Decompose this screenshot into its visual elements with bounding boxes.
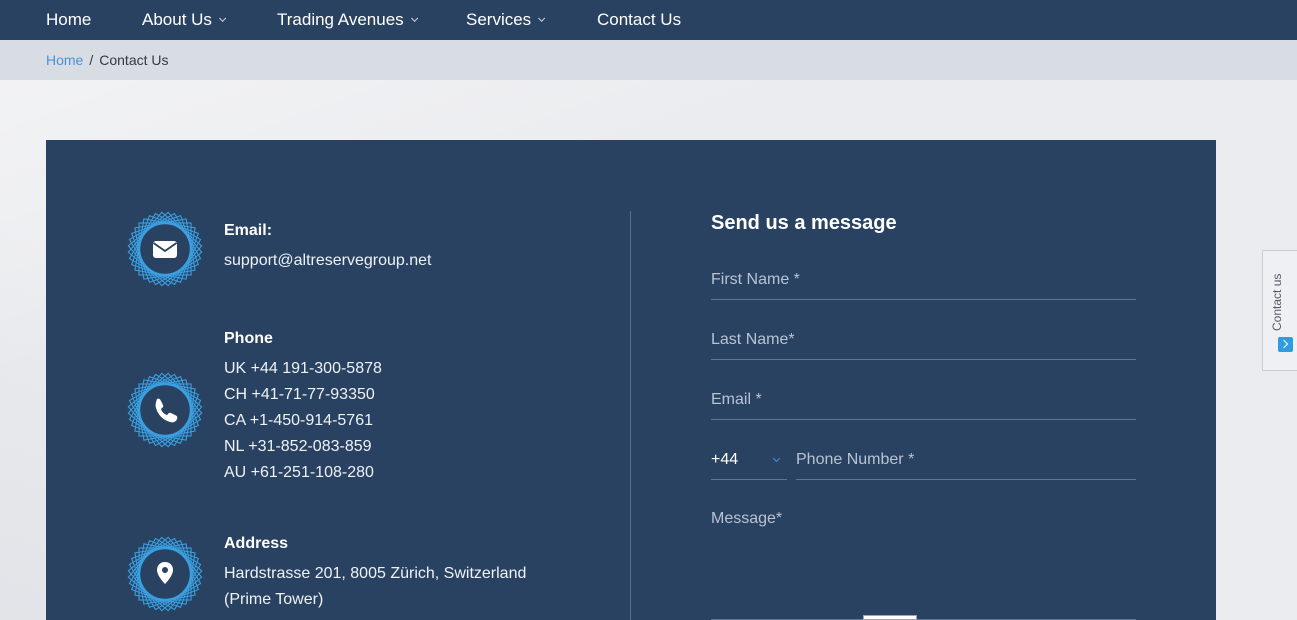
- column-divider: [630, 211, 631, 620]
- recaptcha-widget[interactable]: [863, 615, 917, 620]
- nav-item-home[interactable]: Home: [46, 0, 91, 40]
- first-name-field: [711, 260, 1136, 300]
- phone-line[interactable]: CH +41-71-77-93350: [224, 382, 382, 408]
- email-value[interactable]: support@altreservegroup.net: [224, 248, 431, 274]
- nav-item-trading-avenues[interactable]: Trading Avenues: [277, 0, 418, 40]
- address-lines: Hardstrasse 201, 8005 Zürich, Switzerlan…: [224, 561, 526, 613]
- phone-icon: [127, 372, 203, 448]
- breadcrumb: Home / Contact Us: [0, 40, 1297, 80]
- nav-item-label: Trading Avenues: [277, 10, 404, 29]
- nav-item-label: Services: [466, 10, 532, 29]
- nav-item-label: Home: [46, 10, 92, 29]
- top-navigation: Home About Us Trading Avenues Services C…: [0, 0, 1297, 40]
- chevron-down-icon: [219, 14, 227, 22]
- email-badge: [126, 210, 204, 288]
- form-title: Send us a message: [711, 212, 897, 234]
- breadcrumb-home-link[interactable]: Home: [46, 52, 83, 68]
- nav-item-label: Contact Us: [597, 10, 682, 29]
- address-title: Address: [224, 535, 289, 552]
- message-textarea[interactable]: [711, 510, 1136, 619]
- nav-item-label: About Us: [142, 10, 212, 29]
- email-title: Email:: [224, 222, 273, 239]
- phone-line[interactable]: CA +1-450-914-5761: [224, 408, 382, 434]
- last-name-input[interactable]: [711, 320, 1136, 359]
- contact-panel: Email: support@altreservegroup.net Phone…: [46, 140, 1216, 620]
- phone-line[interactable]: UK +44 191-300-5878: [224, 356, 382, 382]
- email-text: Email: support@altreservegroup.net: [224, 222, 431, 274]
- chevron-down-icon: [538, 14, 546, 22]
- breadcrumb-separator: /: [89, 52, 94, 68]
- chevron-down-icon: [772, 454, 781, 463]
- chevron-right-icon: [1278, 337, 1293, 352]
- side-tab-label: Contact us: [1270, 273, 1284, 331]
- phone-number-field: [796, 440, 1136, 480]
- country-code-select[interactable]: +44: [711, 440, 787, 480]
- phone-badge: [126, 371, 204, 449]
- phone-line[interactable]: AU +61-251-108-280: [224, 460, 382, 486]
- address-line: Hardstrasse 201, 8005 Zürich, Switzerlan…: [224, 565, 527, 582]
- nav-item-services[interactable]: Services: [466, 0, 546, 40]
- phone-title: Phone: [224, 330, 273, 347]
- country-code-value: +44: [711, 450, 739, 468]
- contact-us-side-tab[interactable]: Contact us: [1262, 250, 1297, 371]
- email-field: [711, 380, 1136, 420]
- address-line: (Prime Tower): [224, 591, 324, 608]
- phone-number-input[interactable]: [796, 440, 1136, 479]
- address-text: Address Hardstrasse 201, 8005 Zürich, Sw…: [224, 535, 526, 613]
- phone-line[interactable]: NL +31-852-083-859: [224, 434, 382, 460]
- message-field: [711, 510, 1136, 620]
- nav-item-about-us[interactable]: About Us: [142, 0, 227, 40]
- phone-text: Phone UK +44 191-300-5878 CH +41-71-77-9…: [224, 330, 382, 486]
- breadcrumb-current: Contact Us: [99, 52, 169, 68]
- email-input[interactable]: [711, 380, 1136, 419]
- last-name-field: [711, 320, 1136, 360]
- nav-item-contact-us[interactable]: Contact Us: [597, 0, 681, 40]
- envelope-icon: [127, 211, 203, 287]
- map-pin-icon: [127, 536, 203, 612]
- first-name-input[interactable]: [711, 260, 1136, 299]
- address-badge: [126, 535, 204, 613]
- phone-list: UK +44 191-300-5878 CH +41-71-77-93350 C…: [224, 356, 382, 486]
- chevron-down-icon: [410, 14, 418, 22]
